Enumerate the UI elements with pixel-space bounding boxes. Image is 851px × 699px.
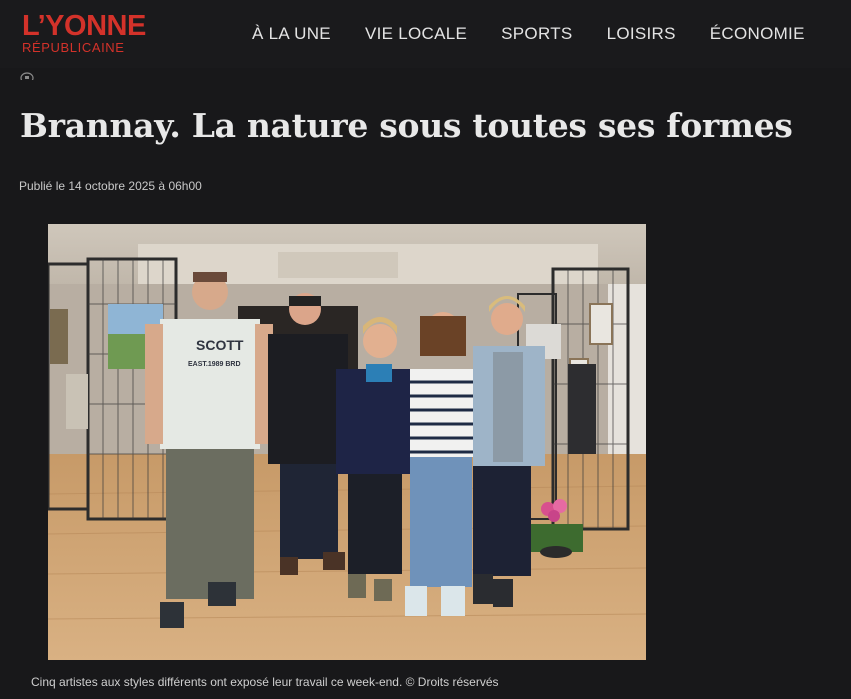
site-logo[interactable]: L’YONNE RÉPUBLICAINE <box>22 10 146 55</box>
nav-item-a-la-une[interactable]: À LA UNE <box>252 24 331 44</box>
shirt-text: SCOTT <box>196 337 244 353</box>
article-title: Brannay. La nature sous toutes ses forme… <box>20 106 793 145</box>
top-navigation-bar: L’YONNE RÉPUBLICAINE À LA UNE VIE LOCALE… <box>0 0 851 68</box>
logo-sub-text: RÉPUBLICAINE <box>22 40 125 55</box>
logo-main-text: L’YONNE <box>22 10 146 42</box>
nav-item-vie-locale[interactable]: VIE LOCALE <box>365 24 467 44</box>
nav-item-sports[interactable]: SPORTS <box>501 24 572 44</box>
nav-item-loisirs[interactable]: LOISIRS <box>607 24 676 44</box>
shirt-subtext: EAST.1989 BRD <box>188 361 241 368</box>
photo-illustration: SCOTT EAST.1989 BRD <box>48 224 646 660</box>
circle-icon[interactable] <box>20 72 34 84</box>
photo-caption: Cinq artistes aux styles différents ont … <box>31 675 499 689</box>
nav-item-economie[interactable]: ÉCONOMIE <box>710 24 805 44</box>
article-photo[interactable]: SCOTT EAST.1989 BRD <box>48 224 646 660</box>
main-nav: À LA UNE VIE LOCALE SPORTS LOISIRS ÉCONO… <box>252 24 805 44</box>
publish-date: Publié le 14 octobre 2025 à 06h00 <box>19 179 202 193</box>
